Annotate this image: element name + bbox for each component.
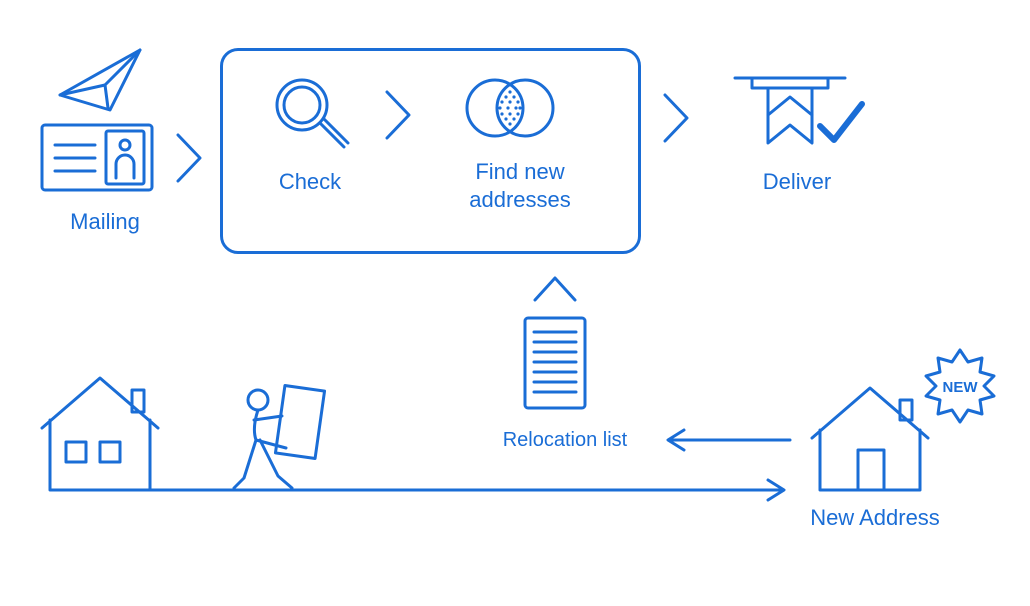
new-address-label: New Address [800,504,950,532]
mailing-label: Mailing [50,208,160,236]
new-house-icon [812,388,928,490]
chevron-right-icon [178,135,200,181]
check-label: Check [260,168,360,196]
magnifier-icon [277,80,348,147]
deliver-label: Deliver [742,168,852,196]
deliver-icon [735,78,862,143]
chevron-right-icon [387,92,409,138]
paper-plane-icon [60,50,140,110]
relocation-label: Relocation list [480,428,650,453]
arrow-left-icon [668,430,790,450]
find-new-label: Find new addresses [450,158,590,213]
chevron-up-icon [535,278,575,300]
house-icon [42,378,158,490]
venn-icon [467,80,553,136]
chevron-right-icon [665,95,687,141]
mover-icon [234,386,325,488]
relocation-list-icon [525,318,585,408]
new-badge-text: NEW [943,379,979,396]
mailing-card-icon [42,125,152,190]
